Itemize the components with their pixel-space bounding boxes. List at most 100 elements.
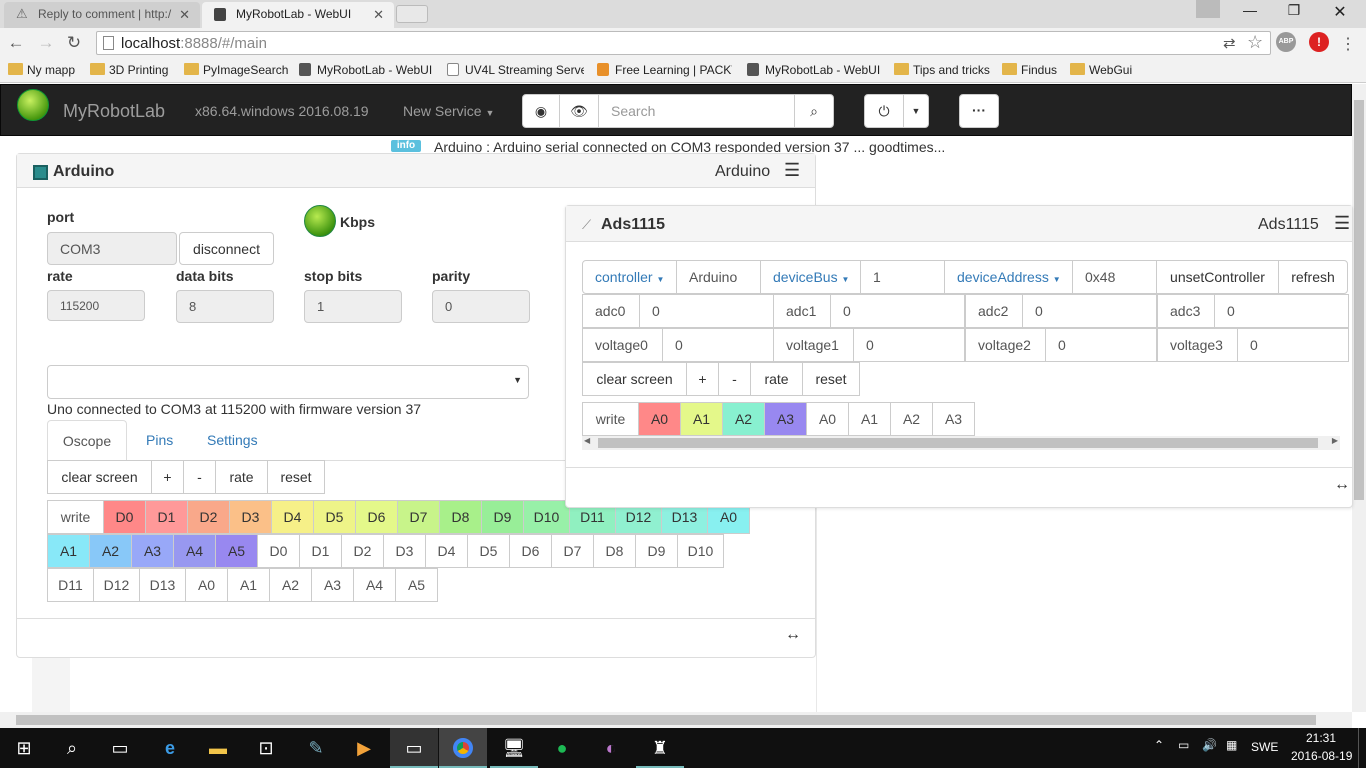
ads-pin-button-a1[interactable]: A1: [680, 402, 723, 436]
ads-pin-button-a3[interactable]: A3: [932, 402, 975, 436]
show-desktop-button[interactable]: [1358, 728, 1366, 768]
disconnect-button[interactable]: disconnect: [179, 232, 274, 265]
pin-button-d1[interactable]: D1: [145, 500, 188, 534]
bookmark-pyimagesearch[interactable]: PyImageSearch: [184, 63, 288, 77]
restore-icon[interactable]: ❐: [1272, 2, 1316, 24]
horizontal-scrollbar[interactable]: [0, 712, 1352, 728]
extension-alert-icon[interactable]: !: [1309, 32, 1329, 52]
close-window-icon[interactable]: ✕: [1318, 2, 1362, 24]
search-button[interactable]: ⌕: [794, 94, 834, 128]
pin-button-d0[interactable]: D0: [103, 500, 146, 534]
ads-pin-button-a2[interactable]: A2: [890, 402, 933, 436]
app-icon[interactable]: ✎: [292, 728, 340, 768]
pin-button-d3[interactable]: D3: [229, 500, 272, 534]
unset-controller-button[interactable]: unsetController: [1156, 260, 1279, 294]
more-button[interactable]: ···: [959, 94, 999, 128]
pin-button-d2[interactable]: D2: [187, 500, 230, 534]
oscope-control-3[interactable]: rate: [215, 460, 268, 494]
bookmark-packt[interactable]: Free Learning | PACKT: [596, 63, 732, 77]
oscope-control-1[interactable]: +: [151, 460, 184, 494]
pin-button-d13[interactable]: D13: [139, 568, 186, 602]
oscope-control-4[interactable]: reset: [267, 460, 325, 494]
brand[interactable]: MyRobotLab: [63, 101, 165, 122]
volume-icon[interactable]: 🔊: [1202, 738, 1217, 752]
tab-settings[interactable]: Settings: [207, 432, 258, 448]
ads-pin-button-a2[interactable]: A2: [722, 402, 765, 436]
new-service-dropdown[interactable]: New Service ▼: [403, 103, 494, 119]
panel-service-name[interactable]: Ads1115: [1258, 216, 1319, 234]
forward-icon[interactable]: →: [36, 33, 56, 53]
close-tab-icon[interactable]: ✕: [373, 7, 384, 23]
network-icon[interactable]: ▦: [1226, 738, 1237, 752]
search-icon[interactable]: ⌕: [48, 728, 96, 768]
scroll-right-icon[interactable]: ▶: [1332, 436, 1338, 445]
pin-button-a4[interactable]: A4: [353, 568, 396, 602]
ads-horizontal-scrollbar[interactable]: ◀ ▶: [582, 436, 1340, 450]
parity-input[interactable]: 0: [432, 290, 530, 323]
pin-button-d6[interactable]: D6: [509, 534, 552, 568]
pin-button-d4[interactable]: D4: [271, 500, 314, 534]
pin-button-a2[interactable]: A2: [89, 534, 132, 568]
new-tab-button[interactable]: [396, 5, 428, 23]
scrollbar-thumb[interactable]: [1354, 100, 1364, 500]
pin-button-d3[interactable]: D3: [383, 534, 426, 568]
scrollbar-thumb[interactable]: [16, 715, 1316, 725]
pin-button-d8[interactable]: D8: [593, 534, 636, 568]
vertical-scrollbar[interactable]: [1352, 84, 1366, 712]
port-input[interactable]: COM3: [47, 232, 177, 265]
ads-control-3[interactable]: rate: [750, 362, 803, 396]
board-select[interactable]: ▼: [47, 365, 529, 399]
stop-bits-input[interactable]: 1: [304, 290, 402, 323]
search-input[interactable]: Search: [598, 94, 795, 128]
deviceaddress-dropdown[interactable]: deviceAddress ▼: [944, 260, 1073, 294]
ads-control-4[interactable]: reset: [802, 362, 860, 396]
power-dropdown[interactable]: ▼: [903, 94, 929, 128]
pin-button-d7[interactable]: D7: [551, 534, 594, 568]
ads-pin-button-a1[interactable]: A1: [848, 402, 891, 436]
tray-chevron-icon[interactable]: ⌃: [1154, 738, 1164, 752]
url-bar[interactable]: localhost:8888/#/main ⇄ ☆: [96, 31, 1271, 55]
pin-button-d9[interactable]: D9: [481, 500, 524, 534]
bookmark-star-icon[interactable]: ☆: [1247, 32, 1263, 53]
data-bits-input[interactable]: 8: [176, 290, 274, 323]
store-icon[interactable]: ⊡: [242, 728, 290, 768]
browser-tab-webui[interactable]: MyRobotLab - WebUI ✕: [202, 2, 394, 28]
translate-icon[interactable]: ⇄: [1223, 34, 1236, 52]
bookmark-webgui[interactable]: WebGui: [1070, 63, 1132, 77]
scroll-left-icon[interactable]: ◀: [584, 436, 590, 445]
refresh-button[interactable]: refresh: [1278, 260, 1348, 294]
input-language[interactable]: SWE: [1251, 740, 1278, 754]
pin-button-a3[interactable]: A3: [311, 568, 354, 602]
pin-button-d2[interactable]: D2: [341, 534, 384, 568]
spotify-icon[interactable]: ●: [538, 728, 586, 768]
pin-button-a0[interactable]: A0: [185, 568, 228, 602]
pin-button-d5[interactable]: D5: [313, 500, 356, 534]
media-player-icon[interactable]: ▶: [340, 728, 388, 768]
bookmark-uv4l[interactable]: UV4L Streaming Serve: [446, 63, 584, 77]
resize-icon[interactable]: ↔: [785, 626, 801, 644]
panel-service-name[interactable]: Arduino: [715, 163, 770, 181]
pin-button-a1[interactable]: A1: [47, 534, 90, 568]
pin-button-d1[interactable]: D1: [299, 534, 342, 568]
ads-pin-button-a0[interactable]: A0: [806, 402, 849, 436]
eclipse-icon[interactable]: ◐: [587, 728, 635, 768]
hide-button[interactable]: ◉: [522, 94, 560, 128]
ads-control-1[interactable]: +: [686, 362, 719, 396]
scrollbar-thumb[interactable]: [598, 438, 1318, 448]
pin-button-a1[interactable]: A1: [227, 568, 270, 602]
ads-pin-button-a0[interactable]: A0: [638, 402, 681, 436]
edge-icon[interactable]: e: [146, 728, 194, 768]
pin-button-d12[interactable]: D12: [93, 568, 140, 602]
pin-button-d10[interactable]: D10: [523, 500, 570, 534]
adblock-icon[interactable]: ABP: [1276, 32, 1296, 52]
show-button[interactable]: 👁: [559, 94, 599, 128]
pin-button-d10[interactable]: D10: [677, 534, 724, 568]
pin-button-d8[interactable]: D8: [439, 500, 482, 534]
remote-desktop-icon[interactable]: 🖥: [490, 728, 538, 768]
bookmark-3d-printing[interactable]: 3D Printing: [90, 63, 168, 77]
pin-button-d5[interactable]: D5: [467, 534, 510, 568]
bookmark-tips[interactable]: Tips and tricks: [894, 63, 990, 77]
chrome-icon[interactable]: [439, 728, 487, 768]
task-view-icon[interactable]: ▭: [96, 728, 144, 768]
pin-button-d4[interactable]: D4: [425, 534, 468, 568]
